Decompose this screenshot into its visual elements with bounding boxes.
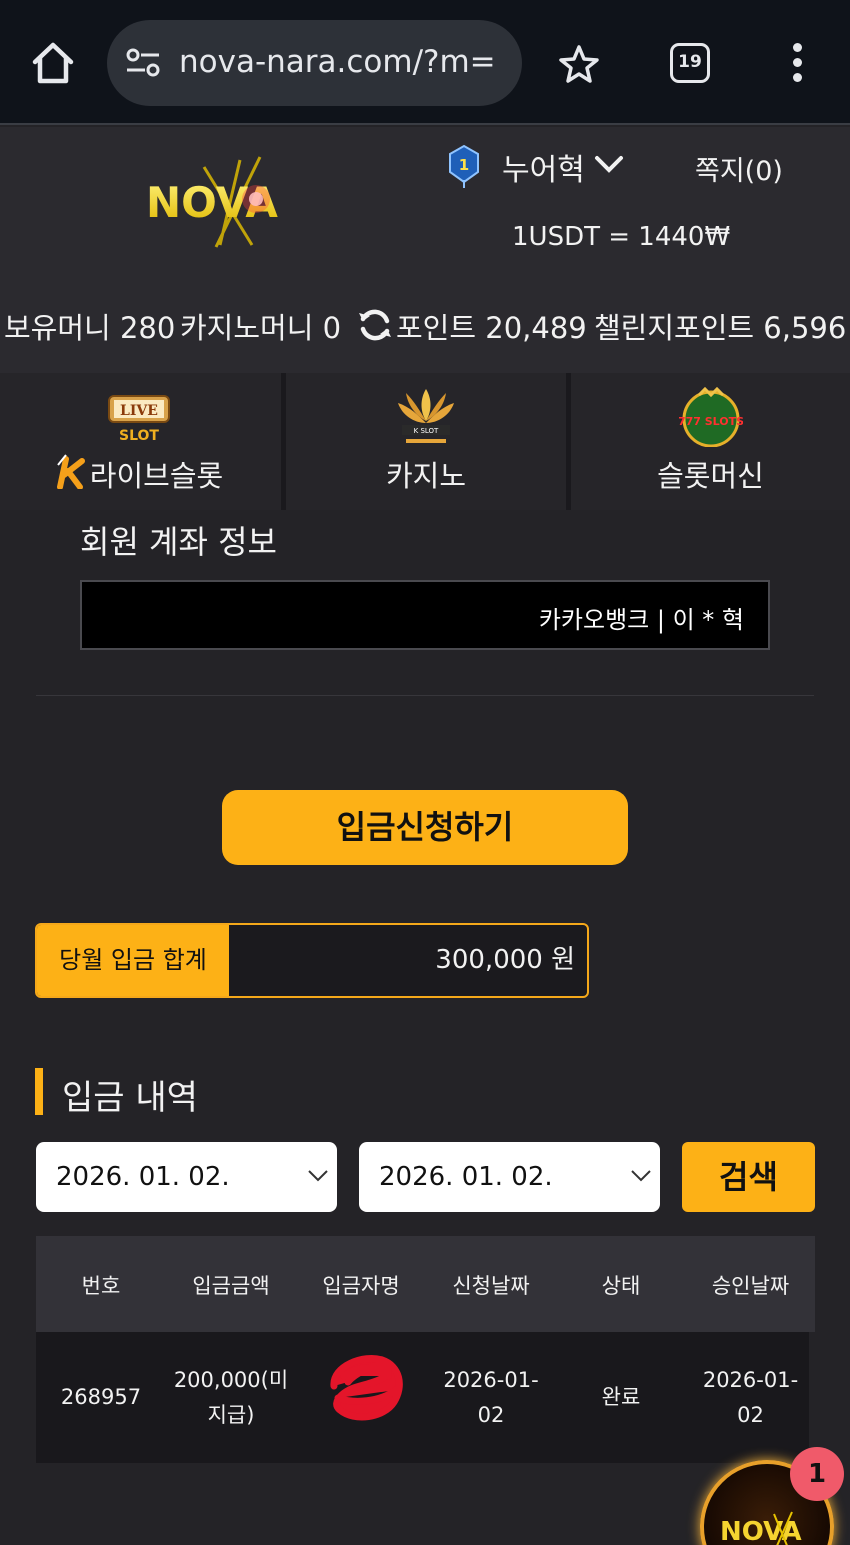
category-casino[interactable]: K SLOT 카지노 (286, 373, 566, 510)
date-line: 02 (737, 1403, 764, 1427)
monthly-deposit-total: 당월 입금 합계 300,000 원 (35, 923, 589, 998)
date-to-value: 2026. 01. 02. (379, 1162, 553, 1192)
exchange-rate: 1USDT = 1440₩ (512, 222, 731, 252)
holding-money: 보유머니 280 (4, 311, 176, 345)
category-live-slot[interactable]: LIVE SLOT 라이브슬롯 (0, 373, 281, 510)
column-header: 입금금액 (192, 1274, 270, 1298)
column-header: 입금자명 (322, 1274, 400, 1298)
table-row: 268957 200,000(미 지급) 2026-01- 02 완료 2026… (36, 1332, 809, 1463)
chevron-down-icon[interactable] (594, 154, 624, 174)
date-to-select[interactable]: 2026. 01. 02. (359, 1142, 660, 1212)
category-label: 라이브슬롯 (89, 459, 224, 493)
tune-icon[interactable] (125, 48, 161, 78)
nova-mini-logo: NOVA (720, 1511, 802, 1545)
chevron-down-icon (308, 1170, 328, 1182)
chevron-down-icon (631, 1170, 651, 1182)
category-label: 슬롯머신 (657, 459, 764, 493)
rank-badge-icon: 1 (449, 144, 479, 188)
svg-text:LIVE: LIVE (120, 403, 158, 419)
date-from-select[interactable]: 2026. 01. 02. (36, 1142, 337, 1212)
cell-approval-date: 2026-01- 02 (686, 1363, 815, 1433)
date-line: 2026-01- (443, 1368, 539, 1392)
date-from-value: 2026. 01. 02. (56, 1162, 230, 1192)
deposit-request-button[interactable]: 입금신청하기 (222, 790, 628, 865)
amount-line: 200,000(미 (173, 1368, 289, 1392)
messages-link[interactable]: 쪽지(0) (695, 149, 783, 188)
challenge-point-balance: 챌린지포인트 6,596 (594, 311, 847, 345)
category-nav: LIVE SLOT 라이브슬롯 K SLOT 카지노 777 SLOTS 슬롯머… (0, 373, 850, 510)
date-line: 2026-01- (702, 1368, 799, 1392)
svg-text:777 SLOTS: 777 SLOTS (679, 415, 743, 428)
redaction-scribble (330, 1355, 403, 1421)
table-header: 번호 입금금액 입금자명 신청날짜 상태 승인날짜 (36, 1236, 815, 1332)
amount-line: 지급) (207, 1403, 255, 1427)
svg-text:NOVA: NOVA (720, 1517, 802, 1545)
live-slot-icon: LIVE SLOT (108, 395, 170, 444)
home-icon[interactable] (30, 40, 76, 86)
casino-money: 카지노머니 0 (180, 311, 342, 345)
cell-request-date: 2026-01- 02 (426, 1363, 556, 1433)
casino-lotus-icon: K SLOT (398, 389, 454, 443)
more-vert-icon[interactable] (790, 43, 804, 83)
monthly-total-label: 당월 입금 합계 (37, 925, 229, 996)
cell-status: 완료 (601, 1385, 641, 1409)
divider (36, 695, 814, 696)
category-slot-machine[interactable]: 777 SLOTS 슬롯머신 (571, 373, 850, 510)
site-header: NOVA 1 누어혁 쪽지(0) 1USDT = 1440₩ 보유머니 280 … (0, 127, 850, 373)
balance-bar: 보유머니 280 카지노머니 0 포인트 20,489 챌린지포인트 6,596 (4, 305, 850, 345)
star-icon[interactable] (558, 44, 600, 84)
notification-badge: 1 (790, 1447, 844, 1501)
column-header: 번호 (81, 1274, 121, 1298)
account-info-value: 카카오뱅크 | 이 * 혁 (538, 606, 744, 634)
address-bar[interactable]: nova-nara.com/?m= (107, 20, 522, 106)
tabs-icon[interactable]: 19 (670, 43, 710, 83)
deposit-history-title: 입금 내역 (62, 1078, 198, 1118)
refresh-icon[interactable] (357, 307, 393, 343)
column-header: 신청날짜 (452, 1274, 530, 1298)
section-accent-bar (35, 1068, 43, 1115)
account-info-title: 회원 계좌 정보 (80, 523, 277, 561)
date-line: 02 (477, 1403, 505, 1427)
category-label: 카지노 (385, 459, 467, 493)
svg-text:1: 1 (459, 156, 469, 174)
svg-text:K SLOT: K SLOT (414, 427, 439, 435)
column-header: 승인날짜 (711, 1274, 790, 1298)
nova-logo[interactable]: NOVA (140, 155, 320, 250)
username[interactable]: 누어혁 (502, 145, 585, 189)
browser-toolbar: nova-nara.com/?m= 19 (0, 0, 850, 125)
slots-777-icon: 777 SLOTS (679, 387, 743, 447)
account-info-box: 카카오뱅크 | 이 * 혁 (80, 580, 770, 650)
point-balance: 포인트 20,489 (396, 311, 587, 345)
monthly-total-value: 300,000 원 (435, 945, 575, 975)
cell-amount: 200,000(미 지급) (166, 1363, 296, 1433)
cell-number: 268957 (60, 1385, 142, 1409)
search-button[interactable]: 검색 (682, 1142, 815, 1212)
column-header: 상태 (601, 1274, 641, 1298)
tab-count: 19 (678, 52, 702, 72)
url-text[interactable]: nova-nara.com/?m= (179, 44, 509, 80)
svg-text:SLOT: SLOT (119, 428, 159, 444)
